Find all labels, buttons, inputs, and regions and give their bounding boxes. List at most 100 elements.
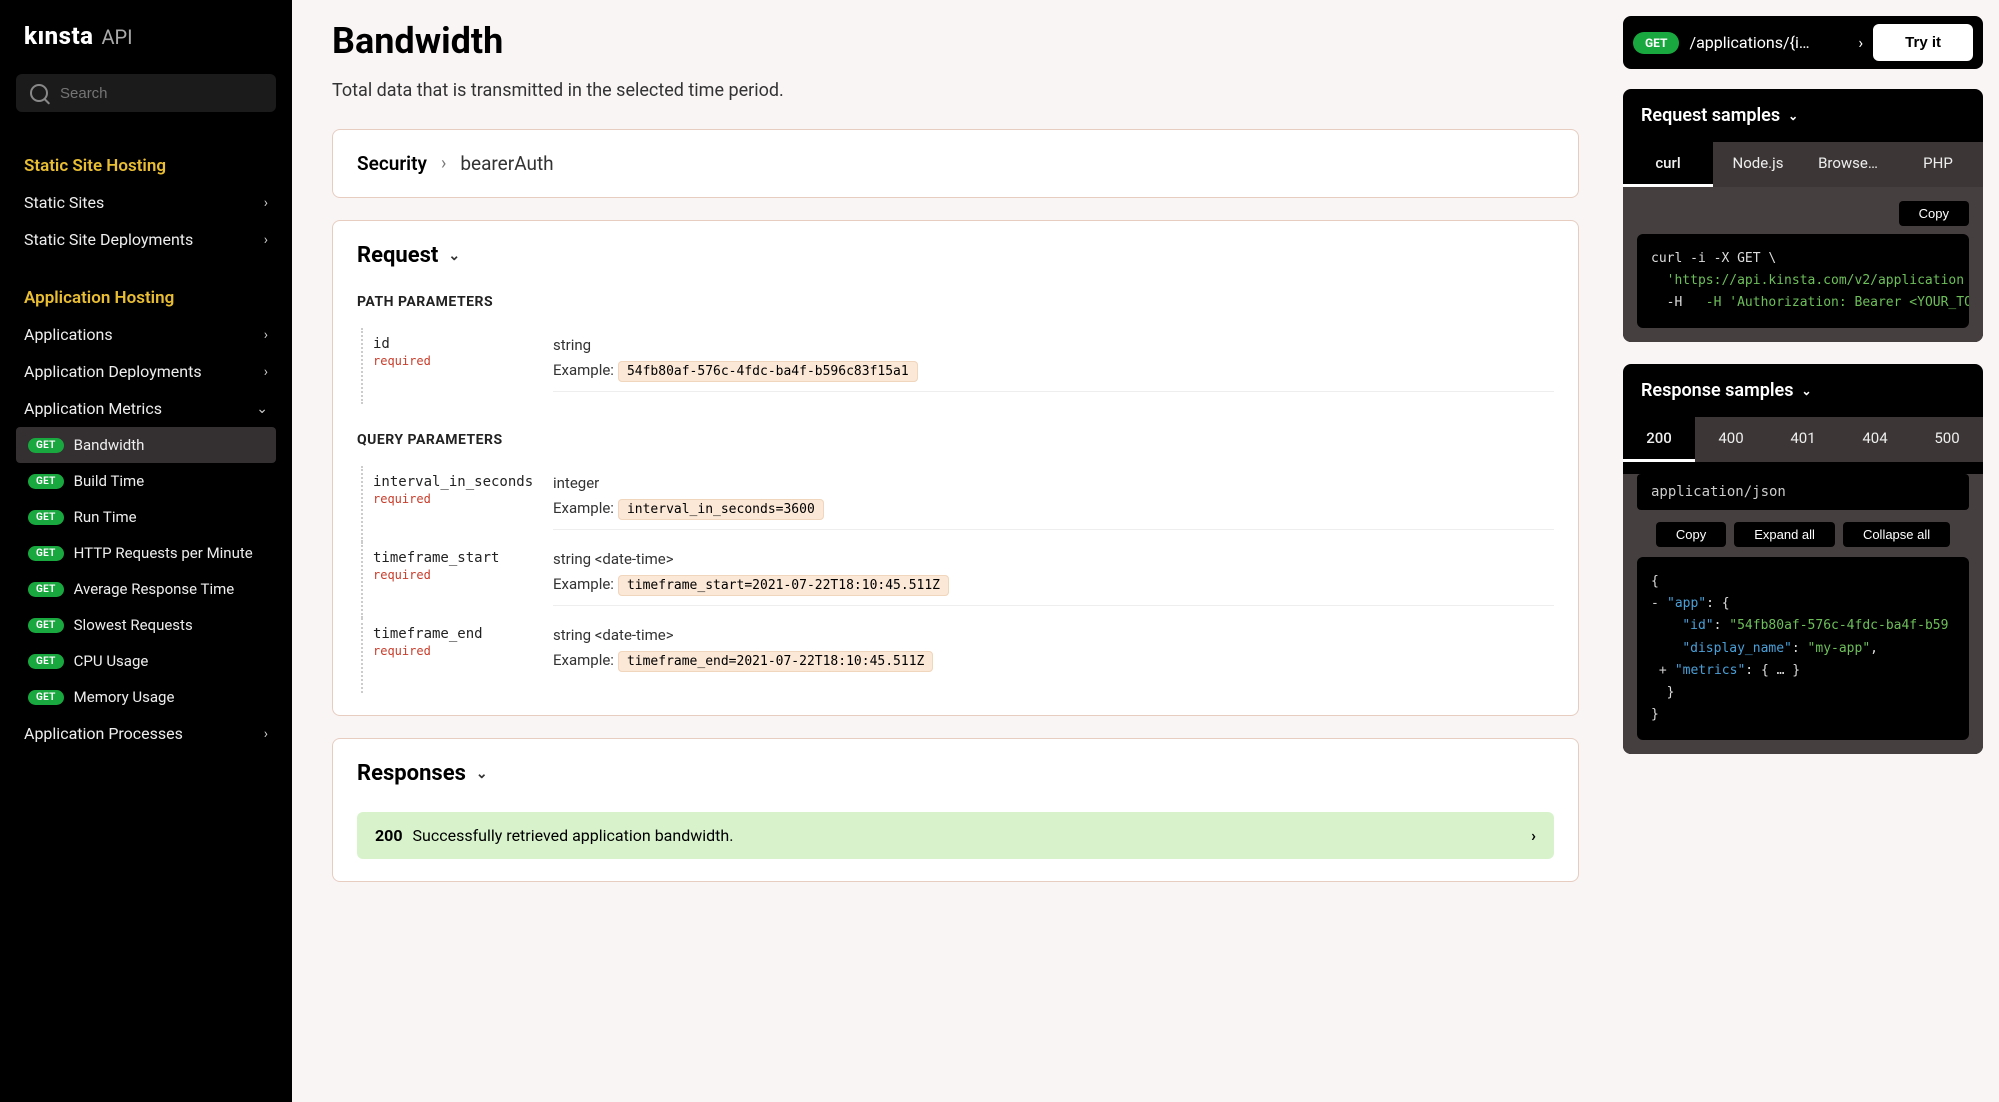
sidebar-item-application-metrics[interactable]: Application Metrics ⌄ bbox=[16, 390, 276, 427]
response-200-row[interactable]: 200 Successfully retrieved application b… bbox=[357, 812, 1554, 859]
tab-400[interactable]: 400 bbox=[1695, 417, 1767, 462]
param-type: string <date-time> bbox=[553, 626, 1554, 644]
method-pill: GET bbox=[28, 618, 64, 633]
page-title: Bandwidth bbox=[332, 20, 1579, 62]
sidebar-sub-avg-response-time[interactable]: GET Average Response Time bbox=[16, 571, 276, 607]
param-name: interval_in_seconds bbox=[373, 474, 553, 490]
query-param-interval-in-seconds: interval_in_seconds required integer Exa… bbox=[361, 466, 1554, 542]
response-samples-title: Response samples bbox=[1641, 380, 1793, 401]
security-panel: Security › bearerAuth bbox=[332, 129, 1579, 198]
sidebar-sub-label: Run Time bbox=[74, 508, 137, 526]
sidebar-sub-bandwidth[interactable]: GET Bandwidth bbox=[16, 427, 276, 463]
json-value: "54fb80af-576c-4fdc-ba4f-b59 bbox=[1729, 618, 1948, 633]
tab-browser[interactable]: Browse… bbox=[1803, 142, 1893, 187]
chevron-right-icon: › bbox=[264, 195, 268, 211]
sidebar: kınsta API Static Site Hosting Static Si… bbox=[0, 0, 292, 1102]
brand-name: kınsta bbox=[24, 22, 93, 50]
sidebar-sub-run-time[interactable]: GET Run Time bbox=[16, 499, 276, 535]
sidebar-sub-http-requests[interactable]: GET HTTP Requests per Minute bbox=[16, 535, 276, 571]
sidebar-item-label: Static Site Deployments bbox=[24, 230, 193, 249]
sidebar-item-application-processes[interactable]: Application Processes › bbox=[16, 715, 276, 752]
copy-button[interactable]: Copy bbox=[1899, 201, 1969, 226]
tab-200[interactable]: 200 bbox=[1623, 417, 1695, 462]
method-pill: GET bbox=[28, 510, 64, 525]
responses-heading-text: Responses bbox=[357, 761, 466, 786]
sidebar-item-label: Applications bbox=[24, 325, 113, 344]
page-description: Total data that is transmitted in the se… bbox=[332, 80, 1579, 101]
expand-all-button[interactable]: Expand all bbox=[1734, 522, 1835, 547]
chevron-right-icon: › bbox=[264, 726, 268, 742]
main-content: Bandwidth Total data that is transmitted… bbox=[292, 0, 1615, 1102]
query-parameters-title: QUERY PARAMETERS bbox=[357, 432, 1554, 448]
request-samples-card: Request samples ⌄ curl Node.js Browse… P… bbox=[1623, 89, 1983, 342]
sidebar-sub-label: Bandwidth bbox=[74, 436, 145, 454]
responses-panel: Responses ⌄ 200 Successfully retrieved a… bbox=[332, 738, 1579, 882]
path-param-id: id required string Example:54fb80af-576c… bbox=[361, 328, 1554, 404]
json-key: "app" bbox=[1667, 596, 1706, 611]
sidebar-item-application-deployments[interactable]: Application Deployments › bbox=[16, 353, 276, 390]
sidebar-sub-label: CPU Usage bbox=[74, 652, 149, 670]
sidebar-sub-memory-usage[interactable]: GET Memory Usage bbox=[16, 679, 276, 715]
tab-500[interactable]: 500 bbox=[1911, 417, 1983, 462]
example-label: Example: bbox=[553, 575, 614, 593]
param-type: string <date-time> bbox=[553, 550, 1554, 568]
sidebar-sub-slowest-requests[interactable]: GET Slowest Requests bbox=[16, 607, 276, 643]
tab-curl[interactable]: curl bbox=[1623, 142, 1713, 187]
query-param-timeframe-end: timeframe_end required string <date-time… bbox=[361, 618, 1554, 693]
sidebar-item-label: Application Metrics bbox=[24, 399, 162, 418]
sidebar-section-static-site-hosting: Static Site Hosting bbox=[16, 148, 276, 184]
tab-php[interactable]: PHP bbox=[1893, 142, 1983, 187]
param-required: required bbox=[373, 492, 553, 506]
sidebar-sub-label: Slowest Requests bbox=[74, 616, 193, 634]
tryit-path: /applications/{i… bbox=[1689, 33, 1848, 52]
request-sample-code: curl -i -X GET \ 'https://api.kinsta.com… bbox=[1637, 234, 1969, 328]
collapse-icon[interactable]: - bbox=[1651, 593, 1661, 615]
expand-icon[interactable]: + bbox=[1659, 660, 1669, 682]
chevron-right-icon: › bbox=[441, 153, 446, 174]
request-samples-tabs: curl Node.js Browse… PHP bbox=[1623, 142, 1983, 187]
code-line: -H -H 'Authorization: Bearer <YOUR_TOKEN… bbox=[1651, 295, 1969, 310]
sidebar-item-applications[interactable]: Applications › bbox=[16, 316, 276, 353]
tab-401[interactable]: 401 bbox=[1767, 417, 1839, 462]
request-samples-header[interactable]: Request samples ⌄ bbox=[1623, 89, 1983, 142]
response-samples-header[interactable]: Response samples ⌄ bbox=[1623, 364, 1983, 417]
chevron-right-icon: › bbox=[1858, 33, 1863, 52]
param-type: string bbox=[553, 336, 1554, 354]
query-param-timeframe-start: timeframe_start required string <date-ti… bbox=[361, 542, 1554, 618]
chevron-right-icon: › bbox=[1531, 826, 1536, 845]
request-heading[interactable]: Request ⌄ bbox=[357, 243, 1554, 268]
collapse-all-button[interactable]: Collapse all bbox=[1843, 522, 1950, 547]
copy-button[interactable]: Copy bbox=[1656, 522, 1726, 547]
method-pill: GET bbox=[28, 474, 64, 489]
search-box[interactable] bbox=[16, 74, 276, 112]
sidebar-sub-label: HTTP Requests per Minute bbox=[74, 544, 253, 562]
sidebar-item-static-site-deployments[interactable]: Static Site Deployments › bbox=[16, 221, 276, 258]
param-name: timeframe_end bbox=[373, 626, 553, 642]
tryit-button[interactable]: Try it bbox=[1873, 24, 1973, 61]
chevron-down-icon: ⌄ bbox=[1801, 384, 1811, 398]
tab-nodejs[interactable]: Node.js bbox=[1713, 142, 1803, 187]
sidebar-item-static-sites[interactable]: Static Sites › bbox=[16, 184, 276, 221]
security-label: Security bbox=[357, 152, 427, 175]
sidebar-sub-build-time[interactable]: GET Build Time bbox=[16, 463, 276, 499]
param-example: timeframe_start=2021-07-22T18:10:45.511Z bbox=[618, 575, 949, 596]
chevron-right-icon: › bbox=[264, 364, 268, 380]
right-column: GET /applications/{i… › Try it Request s… bbox=[1615, 0, 1999, 1102]
request-samples-title: Request samples bbox=[1641, 105, 1780, 126]
code-line: 'https://api.kinsta.com/v2/application bbox=[1651, 273, 1964, 288]
method-pill: GET bbox=[28, 654, 64, 669]
sidebar-section-application-hosting: Application Hosting bbox=[16, 280, 276, 316]
example-label: Example: bbox=[553, 499, 614, 517]
responses-heading[interactable]: Responses ⌄ bbox=[357, 761, 1554, 786]
sidebar-sub-cpu-usage[interactable]: GET CPU Usage bbox=[16, 643, 276, 679]
chevron-right-icon: › bbox=[264, 232, 268, 248]
json-key: "id" bbox=[1682, 618, 1713, 633]
request-panel: Request ⌄ PATH PARAMETERS id required st… bbox=[332, 220, 1579, 716]
tab-404[interactable]: 404 bbox=[1839, 417, 1911, 462]
chevron-down-icon: ⌄ bbox=[256, 401, 268, 417]
search-input[interactable] bbox=[60, 85, 262, 102]
sidebar-sub-label: Average Response Time bbox=[74, 580, 235, 598]
method-pill: GET bbox=[28, 438, 64, 453]
request-heading-text: Request bbox=[357, 243, 438, 268]
response-200-text: 200 Successfully retrieved application b… bbox=[375, 826, 733, 845]
